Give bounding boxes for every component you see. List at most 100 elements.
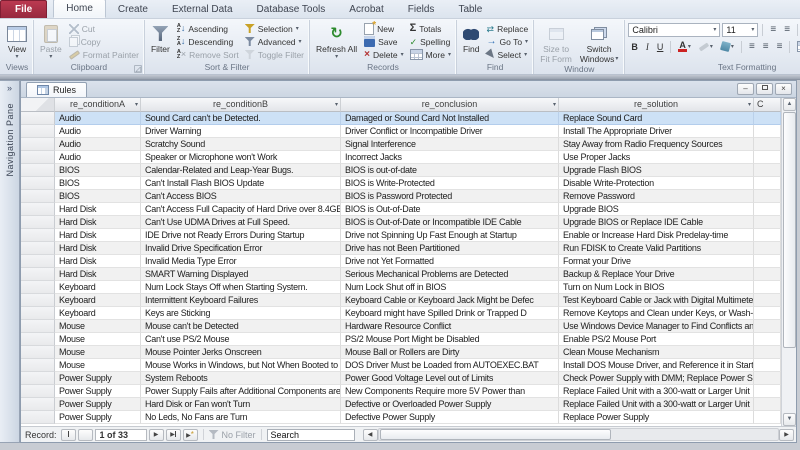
table-row[interactable]: KeyboardIntermittent Keyboard FailuresKe… (21, 294, 781, 307)
tab-external-data[interactable]: External Data (160, 1, 245, 18)
table-row[interactable]: KeyboardNum Lock Stays Off when Starting… (21, 281, 781, 294)
table-row[interactable]: AudioSound Card can't be Detected.Damage… (21, 112, 781, 125)
cell-re_conditionA[interactable]: Mouse (55, 320, 141, 333)
cell-re_conclusion[interactable]: Mouse Ball or Rollers are Dirty (341, 346, 559, 359)
cell-re_conclusion[interactable]: Keyboard might have Spilled Drink or Tra… (341, 307, 559, 320)
cell-new-column[interactable] (754, 307, 781, 320)
record-selector[interactable] (21, 164, 55, 177)
restore-button[interactable] (756, 83, 773, 95)
underline-button[interactable]: U (654, 40, 667, 54)
cell-new-column[interactable] (754, 164, 781, 177)
cell-re_conditionB[interactable]: System Reboots (141, 372, 341, 385)
totals-button[interactable]: Σ Totals (408, 22, 453, 35)
record-selector[interactable] (21, 398, 55, 411)
cell-re_conditionB[interactable]: Can't Install Flash BIOS Update (141, 177, 341, 190)
advanced-button[interactable]: Advanced ▾ (243, 35, 306, 48)
cell-re_conditionB[interactable]: No Leds, No Fans are Turn (141, 411, 341, 424)
cell-new-column[interactable] (754, 255, 781, 268)
cell-new-column[interactable] (754, 320, 781, 333)
cell-re_conditionB[interactable]: Can't Access Full Capacity of Hard Drive… (141, 203, 341, 216)
toggle-filter-button[interactable]: Toggle Filter (243, 48, 306, 61)
delete-button[interactable]: × Delete ▾ (362, 48, 405, 61)
cell-re_conclusion[interactable]: Defective or Overloaded Power Supply (341, 398, 559, 411)
cell-re_conditionB[interactable]: Keys are Sticking (141, 307, 341, 320)
new-record-button[interactable]: New (362, 22, 405, 35)
record-selector[interactable] (21, 372, 55, 385)
vertical-scrollbar[interactable]: ▲ ▼ (781, 98, 796, 426)
ascending-button[interactable]: AZ↓ Ascending (175, 22, 241, 35)
cell-new-column[interactable] (754, 229, 781, 242)
cell-re_solution[interactable]: Remove Keytops and Clean under Keys, or … (559, 307, 754, 320)
font-color-button[interactable]: A▾ (675, 40, 694, 54)
cell-new-column[interactable] (754, 112, 781, 125)
cell-re_solution[interactable]: Check Power Supply with DMM; Replace Pow… (559, 372, 754, 385)
record-selector[interactable] (21, 255, 55, 268)
cell-re_conditionB[interactable]: Intermittent Keyboard Failures (141, 294, 341, 307)
find-button[interactable]: Find (460, 21, 483, 62)
cell-re_conditionB[interactable]: Invalid Drive Specification Error (141, 242, 341, 255)
file-tab[interactable]: File (0, 0, 47, 18)
align-center-button[interactable]: ≡ (760, 40, 772, 54)
font-size-combo[interactable]: 11 ▾ (722, 23, 758, 37)
cell-re_solution[interactable]: Replace Failed Unit with a 300-watt or L… (559, 398, 754, 411)
next-record-button[interactable]: ▶ (149, 429, 164, 441)
record-selector[interactable] (21, 151, 55, 164)
replace-button[interactable]: ⇄ Replace (485, 22, 531, 35)
cell-re_solution[interactable]: Test Keyboard Cable or Jack with Digital… (559, 294, 754, 307)
cell-re_solution[interactable]: Replace Power Supply (559, 411, 754, 424)
cell-new-column[interactable] (754, 372, 781, 385)
cell-re_conditionB[interactable]: Mouse can't be Detected (141, 320, 341, 333)
cell-re_conclusion[interactable]: Hardware Resource Conflict (341, 320, 559, 333)
record-selector[interactable] (21, 229, 55, 242)
cell-re_solution[interactable]: Remove Password (559, 190, 754, 203)
table-row[interactable]: BIOSCan't Install Flash BIOS UpdateBIOS … (21, 177, 781, 190)
navigation-pane-collapsed[interactable]: » Navigation Pane (0, 80, 20, 443)
scroll-left-icon[interactable]: ◀ (363, 429, 378, 441)
spelling-button[interactable]: ✓ Spelling (408, 35, 453, 48)
format-painter-button[interactable]: Format Painter (67, 48, 141, 61)
table-row[interactable]: MouseMouse can't be DetectedHardware Res… (21, 320, 781, 333)
table-row[interactable]: Hard DiskIDE Drive not Ready Errors Duri… (21, 229, 781, 242)
cell-re_conclusion[interactable]: Signal Interference (341, 138, 559, 151)
switch-windows-button[interactable]: Switch Windows ▾ (577, 21, 622, 64)
table-row[interactable]: Hard DiskInvalid Drive Specification Err… (21, 242, 781, 255)
cell-re_solution[interactable]: Enable PS/2 Mouse Port (559, 333, 754, 346)
column-header-re_conclusion[interactable]: re_conclusion▾ (341, 98, 559, 112)
record-selector[interactable] (21, 190, 55, 203)
align-left-button[interactable]: ≡ (746, 40, 758, 54)
record-selector[interactable] (21, 138, 55, 151)
cell-re_conclusion[interactable]: BIOS is Out-of-Date or Incompatible IDE … (341, 216, 559, 229)
table-row[interactable]: Hard DiskCan't Use UDMA Drives at Full S… (21, 216, 781, 229)
cell-re_solution[interactable]: Enable or Increase Hard Disk Predelay-ti… (559, 229, 754, 242)
cell-re_conditionB[interactable]: Num Lock Stays Off when Starting System. (141, 281, 341, 294)
cell-new-column[interactable] (754, 385, 781, 398)
cell-re_conditionA[interactable]: Audio (55, 138, 141, 151)
tab-create[interactable]: Create (106, 1, 160, 18)
cell-new-column[interactable] (754, 203, 781, 216)
highlight-button[interactable]: ▾ (696, 40, 716, 54)
tab-home[interactable]: Home (53, 0, 106, 18)
tab-table[interactable]: Table (446, 1, 494, 18)
cell-re_conditionA[interactable]: Audio (55, 125, 141, 138)
horizontal-scrollbar[interactable]: ◀ ▶ (363, 428, 794, 441)
cell-re_conditionA[interactable]: Power Supply (55, 385, 141, 398)
record-selector[interactable] (21, 385, 55, 398)
cell-re_solution[interactable]: Install The Appropriate Driver (559, 125, 754, 138)
refresh-all-button[interactable]: ↻ Refresh All ▾ (313, 21, 360, 62)
cell-re_conclusion[interactable]: Damaged or Sound Card Not Installed (341, 112, 559, 125)
cell-re_solution[interactable]: Use Proper Jacks (559, 151, 754, 164)
cell-re_conditionB[interactable]: Can't use PS/2 Mouse (141, 333, 341, 346)
last-record-button[interactable]: ▶ (166, 429, 181, 441)
cell-re_solution[interactable]: Upgrade Flash BIOS (559, 164, 754, 177)
first-record-button[interactable] (61, 429, 76, 441)
record-selector[interactable] (21, 203, 55, 216)
new-blank-record-button[interactable]: ▶* (183, 429, 198, 441)
italic-button[interactable]: I (643, 40, 652, 54)
cell-re_conditionA[interactable]: Power Supply (55, 372, 141, 385)
align-right-button[interactable]: ≡ (774, 40, 786, 54)
cell-re_conclusion[interactable]: Drive has not Been Partitioned (341, 242, 559, 255)
table-row[interactable]: Hard DiskInvalid Media Type ErrorDrive n… (21, 255, 781, 268)
table-row[interactable]: BIOSCan't Access BIOSBIOS is Password Pr… (21, 190, 781, 203)
table-row[interactable]: AudioSpeaker or Microphone won't WorkInc… (21, 151, 781, 164)
cell-re_conditionB[interactable]: SMART Warning Displayed (141, 268, 341, 281)
